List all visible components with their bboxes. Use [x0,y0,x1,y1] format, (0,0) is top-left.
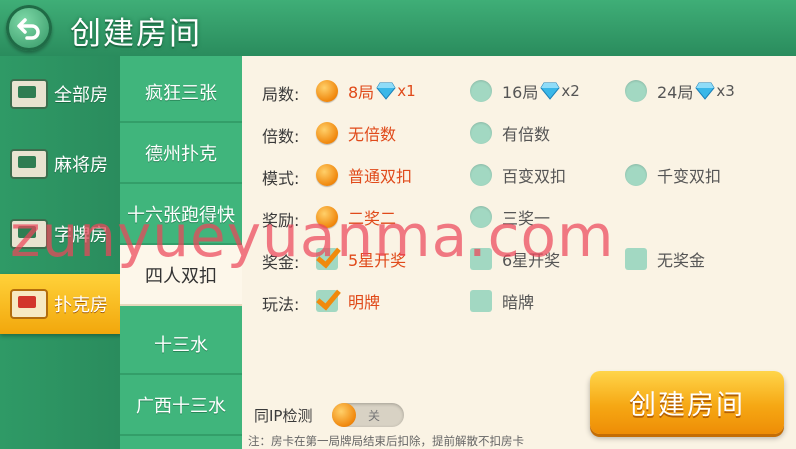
checkbox-checked[interactable] [316,290,338,312]
category-label: 扑克房 [54,295,108,316]
option-text: 暗牌 [502,293,535,312]
bonus-option-six-star[interactable]: 6星开奖 [470,247,560,271]
radio-unselected[interactable] [470,122,492,144]
game-list: 疯狂三张 德州扑克 十六张跑得快 四人双扣 十三水 广西十三水 [120,56,242,449]
option-text: 5星开奖 [348,251,407,270]
mahjong-tile-icon [10,149,48,179]
option-text: 有倍数 [502,125,551,144]
mode-option-thousand[interactable]: 千变双扣 [625,163,721,187]
mode-label: 模式: [262,169,300,188]
page-title: 创建房间 [70,16,202,52]
radio-selected[interactable] [316,164,338,186]
toggle-state-text: 关 [368,409,381,423]
checkbox-unchecked[interactable] [470,290,492,312]
option-text: 16局 [502,83,539,102]
mahjong-tile-icon [10,79,48,109]
option-text: 无倍数 [348,125,397,144]
mode-option-hundred[interactable]: 百变双扣 [470,163,566,187]
play-option-open[interactable]: 明牌 [316,289,380,313]
option-text: 明牌 [348,293,381,312]
back-button[interactable] [6,5,52,51]
game-item-crazy-three[interactable]: 疯狂三张 [120,62,242,123]
mode-option-normal[interactable]: 普通双扣 [316,163,412,187]
play-option-hidden[interactable]: 暗牌 [470,289,534,313]
card-fan-icon [10,219,48,249]
checkbox-checked[interactable] [316,248,338,270]
rounds-option-24[interactable]: 24局 x3 [625,79,735,103]
category-mahjong-rooms[interactable]: 麻将房 [0,134,120,194]
poker-card-icon [10,289,48,319]
multiplier-text: x2 [561,82,580,100]
bonus-row: 奖金: 5星开奖 6星开奖 无奖金 [242,244,796,274]
create-room-button[interactable]: 创建房间 [590,371,784,434]
game-item-texas-poker[interactable]: 德州扑克 [120,123,242,184]
rounds-row: 局数: 8局 x1 16局 x2 24局 x3 [242,76,796,106]
radio-unselected[interactable] [470,164,492,186]
diamond-icon [540,82,560,100]
radio-unselected[interactable] [470,206,492,228]
top-bar: 创建房间 [0,0,796,56]
rounds-option-8[interactable]: 8局 x1 [316,79,416,103]
play-row: 玩法: 明牌 暗牌 [242,286,796,316]
category-all-rooms[interactable]: 全部房 [0,64,120,124]
category-zipai-rooms[interactable]: 字牌房 [0,204,120,264]
multiplier-option-none[interactable]: 无倍数 [316,121,396,145]
checkbox-unchecked[interactable] [625,248,647,270]
radio-selected[interactable] [316,80,338,102]
reward-option-three[interactable]: 三奖一 [470,205,550,229]
rounds-option-16[interactable]: 16局 x2 [470,79,580,103]
options-panel: 局数: 8局 x1 16局 x2 24局 x3 倍数: 无倍数 有倍数 模式: … [242,56,796,449]
room-card-note: 注：房卡在第一局牌局结束后扣除，提前解散不扣房卡 [248,434,524,448]
option-text: 24局 [657,83,694,102]
category-label: 麻将房 [54,155,108,176]
game-item-four-player-double[interactable]: 四人双扣 [120,245,242,306]
back-arrow-icon [17,18,40,40]
option-text: 百变双扣 [502,167,567,186]
radio-selected[interactable] [316,122,338,144]
category-poker-rooms[interactable]: 扑克房 [0,274,122,334]
game-item-guangxi-thirteen[interactable]: 广西十三水 [120,375,242,436]
checkbox-unchecked[interactable] [470,248,492,270]
option-text: 千变双扣 [657,167,722,186]
multiplier-text: x3 [716,82,735,100]
game-item-sixteen-run[interactable]: 十六张跑得快 [120,184,242,245]
category-sidebar: 全部房 麻将房 字牌房 扑克房 [0,56,122,449]
ip-check-toggle[interactable]: 关 [332,403,404,427]
category-label: 全部房 [54,85,108,106]
radio-selected[interactable] [316,206,338,228]
play-label: 玩法: [262,295,300,314]
category-label: 字牌房 [54,225,108,246]
reward-row: 奖励: 二奖二 三奖一 [242,202,796,232]
option-text: 8局 [348,83,375,102]
multiplier-row: 倍数: 无倍数 有倍数 [242,118,796,148]
diamond-icon [695,82,715,100]
bonus-option-none[interactable]: 无奖金 [625,247,705,271]
multiplier-option-yes[interactable]: 有倍数 [470,121,550,145]
option-text: 二奖二 [348,209,397,228]
toggle-knob[interactable] [332,403,356,427]
option-text: 普通双扣 [348,167,413,186]
diamond-icon [376,82,396,100]
reward-option-two[interactable]: 二奖二 [316,205,396,229]
option-text: 三奖一 [502,209,551,228]
bonus-option-five-star[interactable]: 5星开奖 [316,247,406,271]
option-text: 6星开奖 [502,251,561,270]
game-item-thirteen-water[interactable]: 十三水 [120,314,242,375]
radio-unselected[interactable] [470,80,492,102]
bonus-label: 奖金: [262,253,300,272]
mode-row: 模式: 普通双扣 百变双扣 千变双扣 [242,160,796,190]
radio-unselected[interactable] [625,164,647,186]
ip-check-label: 同IP检测 [254,407,313,425]
multiplier-text: x1 [397,82,416,100]
reward-label: 奖励: [262,211,300,230]
radio-unselected[interactable] [625,80,647,102]
multiplier-label: 倍数: [262,127,300,146]
rounds-label: 局数: [262,85,300,104]
option-text: 无奖金 [657,251,706,270]
